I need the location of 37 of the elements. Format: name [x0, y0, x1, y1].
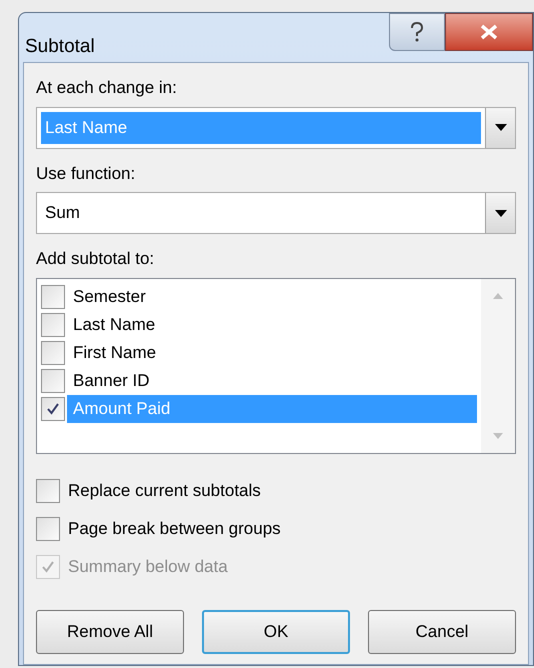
list-item[interactable]: Semester	[67, 282, 477, 310]
checkbox[interactable]	[41, 284, 65, 308]
checkbox[interactable]	[36, 478, 60, 502]
scroll-down-icon	[493, 432, 503, 438]
dialog-button[interactable]: Cancel	[368, 610, 516, 654]
close-icon	[480, 24, 498, 40]
checkbox[interactable]	[36, 516, 60, 540]
help-icon	[410, 22, 424, 42]
option-label: Page break between groups	[68, 518, 281, 540]
caret-icon	[494, 124, 506, 131]
checkbox[interactable]	[41, 368, 65, 392]
list-item[interactable]: First Name	[67, 338, 477, 366]
checkmark-icon	[46, 402, 60, 416]
option-label: Replace current subtotals	[68, 480, 261, 502]
caret-icon	[494, 210, 506, 216]
close-button[interactable]	[445, 13, 533, 51]
field-label: Use function:	[36, 162, 136, 184]
dropdown-value: Last Name	[41, 112, 481, 144]
field-label: At each change in:	[36, 77, 178, 99]
option-label: Summary below data	[68, 556, 228, 578]
checkmark-icon	[41, 560, 55, 574]
checkbox[interactable]	[41, 396, 65, 420]
dialog-button[interactable]: Remove All	[36, 610, 184, 654]
list-item[interactable]: Last Name	[67, 310, 477, 338]
list-item[interactable]: Banner ID	[67, 366, 477, 394]
checkbox[interactable]	[41, 312, 65, 336]
dropdown-arrow-button[interactable]	[485, 193, 515, 233]
dropdown-value: Sum	[44, 202, 81, 224]
scroll-up-icon	[493, 292, 503, 298]
field-label: Add subtotal to:	[36, 248, 156, 270]
dropdown-arrow-button[interactable]	[485, 108, 515, 148]
scrollbar[interactable]	[481, 278, 515, 452]
function-dropdown[interactable]: Sum	[36, 192, 516, 234]
help-button[interactable]	[389, 13, 445, 51]
window-title: Subtotal	[25, 35, 95, 59]
checkbox[interactable]	[41, 340, 65, 364]
dialog-button[interactable]: OK	[202, 610, 350, 654]
